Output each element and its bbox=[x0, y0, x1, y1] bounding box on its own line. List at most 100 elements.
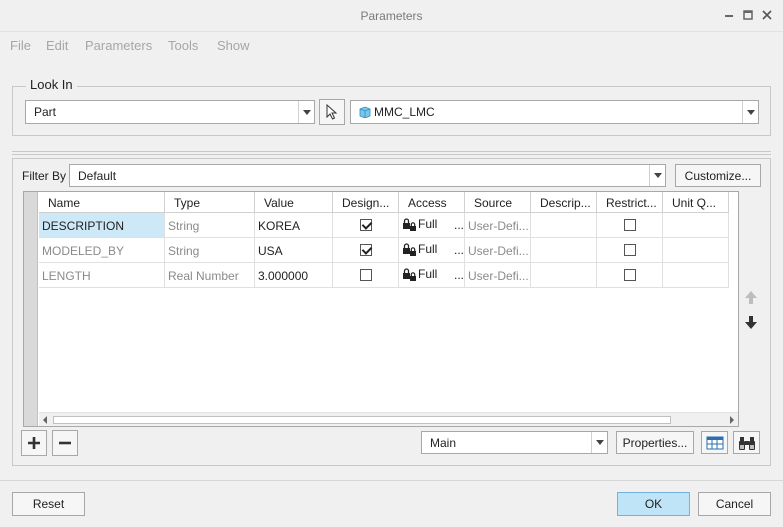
column-header-access[interactable]: Access bbox=[399, 192, 465, 213]
access-value: Full bbox=[418, 267, 438, 281]
column-header-type[interactable]: Type bbox=[165, 192, 255, 213]
cell-access[interactable]: Full ... bbox=[399, 263, 465, 288]
designate-checkbox[interactable] bbox=[360, 219, 372, 231]
cell-unit-quantity[interactable] bbox=[663, 263, 729, 288]
parameters-table: Name Type Value Design... Access Source … bbox=[23, 191, 739, 427]
cell-value[interactable]: 3.000000 bbox=[255, 263, 333, 288]
cell-access[interactable]: Full ... bbox=[399, 213, 465, 238]
cell-designate bbox=[333, 213, 399, 238]
ok-button[interactable]: OK bbox=[617, 492, 690, 516]
cell-description[interactable] bbox=[531, 238, 597, 263]
select-object-button[interactable] bbox=[319, 99, 345, 125]
add-parameter-button[interactable] bbox=[21, 430, 47, 456]
window-title: Parameters bbox=[360, 9, 423, 23]
column-header-unit-quantity[interactable]: Unit Q... bbox=[663, 192, 729, 213]
footer-divider bbox=[0, 480, 783, 481]
cell-restricted bbox=[597, 263, 663, 288]
menu-parameters[interactable]: Parameters bbox=[85, 38, 152, 53]
customize-button[interactable]: Customize... bbox=[675, 164, 761, 187]
cell-description[interactable] bbox=[531, 263, 597, 288]
restricted-checkbox[interactable] bbox=[624, 269, 636, 281]
properties-button[interactable]: Properties... bbox=[616, 431, 694, 454]
cell-access[interactable]: Full ... bbox=[399, 238, 465, 263]
access-more-button[interactable]: ... bbox=[454, 243, 464, 257]
look-in-type-select[interactable]: Part bbox=[25, 100, 315, 124]
chevron-down-icon bbox=[591, 432, 607, 453]
parameter-set-value: Main bbox=[430, 436, 457, 450]
title-bar: Parameters bbox=[0, 0, 783, 32]
menu-show[interactable]: Show bbox=[217, 38, 250, 53]
horizontal-scrollbar[interactable] bbox=[39, 412, 738, 426]
reset-button[interactable]: Reset bbox=[12, 492, 85, 516]
restricted-checkbox[interactable] bbox=[624, 219, 636, 231]
divider bbox=[12, 154, 771, 155]
arrow-up-icon bbox=[745, 291, 757, 304]
cell-designate bbox=[333, 238, 399, 263]
cursor-arrow-icon bbox=[326, 104, 338, 120]
table-columns-button[interactable] bbox=[701, 431, 728, 454]
chevron-down-icon bbox=[298, 101, 314, 123]
parameter-set-select[interactable]: Main bbox=[421, 431, 608, 454]
table-columns-icon bbox=[706, 436, 723, 449]
cell-type: String bbox=[165, 213, 255, 238]
cell-designate bbox=[333, 263, 399, 288]
move-up-button[interactable] bbox=[743, 290, 759, 306]
cell-name[interactable]: LENGTH bbox=[39, 263, 165, 288]
column-header-restricted[interactable]: Restrict... bbox=[597, 192, 663, 213]
access-value: Full bbox=[418, 217, 438, 231]
part-cube-icon bbox=[359, 106, 371, 118]
cancel-button[interactable]: Cancel bbox=[698, 492, 771, 516]
lock-icon bbox=[403, 243, 416, 256]
filter-value: Default bbox=[78, 169, 117, 183]
cell-restricted bbox=[597, 213, 663, 238]
cell-source: User-Defi... bbox=[465, 213, 531, 238]
filter-by-label: Filter By bbox=[22, 169, 67, 183]
cell-name[interactable]: MODELED_BY bbox=[39, 238, 165, 263]
look-in-label: Look In bbox=[26, 77, 77, 92]
restricted-checkbox[interactable] bbox=[624, 244, 636, 256]
filter-select[interactable]: Default bbox=[69, 164, 666, 187]
column-header-designate[interactable]: Design... bbox=[333, 192, 399, 213]
plus-icon bbox=[28, 437, 40, 449]
cell-source: User-Defi... bbox=[465, 263, 531, 288]
menu-bar: File Edit Parameters Tools Show bbox=[0, 34, 783, 56]
column-header-name[interactable]: Name bbox=[39, 192, 165, 213]
minimize-icon[interactable] bbox=[722, 8, 736, 22]
column-header-source[interactable]: Source bbox=[465, 192, 531, 213]
cell-unit-quantity[interactable] bbox=[663, 213, 729, 238]
divider bbox=[12, 151, 771, 152]
scroll-right-icon[interactable] bbox=[729, 416, 735, 424]
look-in-object-select[interactable]: MMC_LMC bbox=[350, 100, 759, 124]
cell-type: String bbox=[165, 238, 255, 263]
move-down-button[interactable] bbox=[743, 314, 759, 330]
cell-name[interactable]: DESCRIPTION bbox=[39, 213, 165, 238]
access-more-button[interactable]: ... bbox=[454, 218, 464, 232]
look-in-object-value: MMC_LMC bbox=[374, 105, 435, 119]
menu-file[interactable]: File bbox=[10, 38, 31, 53]
scroll-left-icon[interactable] bbox=[42, 416, 48, 424]
remove-parameter-button[interactable] bbox=[52, 430, 78, 456]
lock-icon bbox=[403, 268, 416, 281]
column-header-description[interactable]: Descrip... bbox=[531, 192, 597, 213]
cell-description[interactable] bbox=[531, 213, 597, 238]
cell-unit-quantity[interactable] bbox=[663, 238, 729, 263]
look-in-type-value: Part bbox=[34, 105, 57, 119]
maximize-icon[interactable] bbox=[741, 8, 755, 22]
scrollbar-thumb[interactable] bbox=[53, 416, 671, 424]
arrow-down-icon bbox=[745, 316, 757, 329]
menu-edit[interactable]: Edit bbox=[46, 38, 68, 53]
find-button[interactable] bbox=[733, 431, 760, 454]
cell-type: Real Number bbox=[165, 263, 255, 288]
access-more-button[interactable]: ... bbox=[454, 268, 464, 282]
cell-value[interactable]: KOREA bbox=[255, 213, 333, 238]
chevron-down-icon bbox=[649, 165, 665, 186]
menu-tools[interactable]: Tools bbox=[168, 38, 198, 53]
lock-icon bbox=[403, 218, 416, 231]
cell-value[interactable]: USA bbox=[255, 238, 333, 263]
designate-checkbox[interactable] bbox=[360, 244, 372, 256]
chevron-down-icon bbox=[742, 101, 758, 123]
binoculars-icon bbox=[738, 436, 755, 450]
designate-checkbox[interactable] bbox=[360, 269, 372, 281]
close-icon[interactable] bbox=[760, 8, 774, 22]
column-header-value[interactable]: Value bbox=[255, 192, 333, 213]
